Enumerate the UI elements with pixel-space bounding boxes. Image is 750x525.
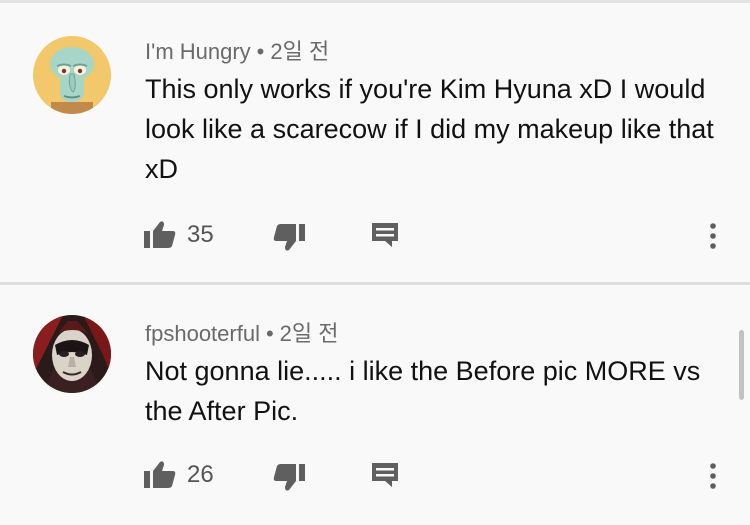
comment-item: fpshooterful • 2일 전 Not gonna lie..... i l… (0, 285, 750, 525)
author-name[interactable]: I'm Hungry (145, 39, 251, 64)
author-name[interactable]: fpshooterful (145, 321, 260, 346)
masked-face-avatar-icon (33, 315, 111, 393)
comment-time[interactable]: 2일 전 (270, 39, 329, 64)
like-button[interactable] (143, 459, 177, 491)
thumbs-up-icon (144, 221, 176, 248)
squidward-avatar-icon (33, 36, 111, 114)
comment-item: I'm Hungry • 2일 전 This only works if you'r… (0, 3, 750, 282)
dislike-button[interactable] (272, 221, 306, 253)
like-count: 26 (187, 461, 214, 488)
like-button[interactable] (143, 219, 177, 251)
reply-comment-icon (372, 223, 398, 247)
avatar[interactable] (33, 36, 111, 114)
comment-meta: fpshooterful • 2일 전 (145, 316, 339, 348)
comment-text: Not gonna lie..... i like the Before pic… (145, 356, 701, 426)
comment-actions: 35 (0, 215, 750, 255)
thumbs-down-icon (273, 464, 305, 491)
thumbs-up-icon (144, 461, 176, 488)
comment-actions: 26 (0, 455, 750, 495)
avatar[interactable] (33, 315, 111, 393)
comment-text: This only works if you're Kim Hyuna xD I… (145, 74, 714, 184)
like-count: 35 (187, 221, 214, 248)
comment-meta: I'm Hungry • 2일 전 (145, 34, 329, 66)
more-options-button[interactable] (706, 221, 720, 251)
scrollbar[interactable] (739, 330, 744, 400)
comment-time[interactable]: 2일 전 (280, 321, 339, 346)
more-vert-icon (710, 463, 716, 489)
dislike-button[interactable] (272, 461, 306, 493)
more-vert-icon (710, 223, 716, 249)
meta-separator: • (256, 39, 265, 64)
meta-separator: • (265, 321, 274, 346)
thumbs-down-icon (273, 224, 305, 251)
reply-button[interactable] (370, 461, 400, 489)
more-options-button[interactable] (706, 461, 720, 491)
reply-button[interactable] (370, 221, 400, 249)
reply-comment-icon (372, 463, 398, 487)
